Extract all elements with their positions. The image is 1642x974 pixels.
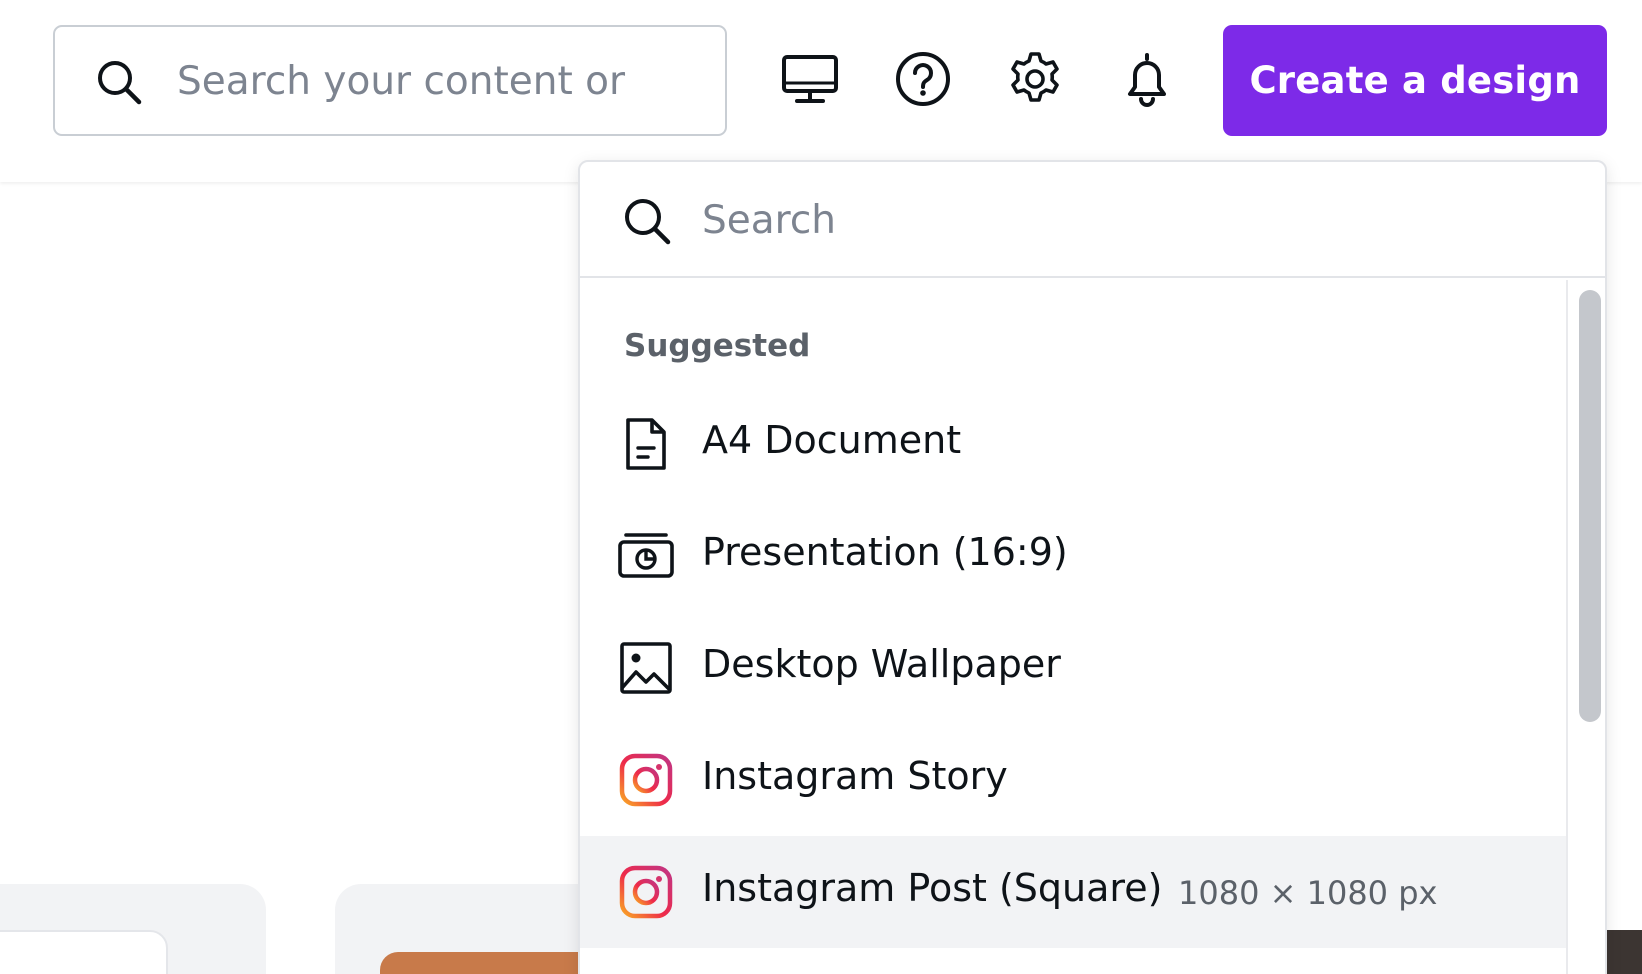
settings-button[interactable]	[1000, 44, 1070, 114]
design-type-item[interactable]: Presentation (16:9)	[580, 500, 1566, 612]
design-type-search-input[interactable]	[702, 184, 1562, 256]
design-type-label: Desktop Wallpaper	[702, 642, 1061, 686]
top-bar: Create a design	[0, 0, 1642, 182]
search-icon	[98, 61, 142, 105]
desktop-app-button[interactable]	[775, 44, 845, 114]
design-type-item[interactable]: A4 Document	[580, 388, 1566, 500]
help-button[interactable]	[888, 44, 958, 114]
design-type-label: Presentation (16:9)	[702, 530, 1068, 574]
design-type-list: Suggested A4 Document Presentation (16:9…	[580, 280, 1566, 974]
design-type-search-box[interactable]	[580, 162, 1605, 278]
section-label-suggested: Suggested	[624, 328, 811, 364]
design-thumbnail[interactable]	[1606, 930, 1642, 974]
document-icon	[626, 418, 666, 470]
design-dimensions: 1080 × 1080 px	[1178, 874, 1438, 912]
design-type-label: A4 Document	[702, 418, 962, 462]
create-design-button[interactable]: Create a design	[1223, 25, 1607, 136]
scrollbar-thumb[interactable]	[1579, 290, 1601, 722]
design-type-label: Instagram Story	[702, 754, 1008, 798]
create-design-dropdown: Suggested A4 Document Presentation (1	[578, 160, 1607, 974]
design-type-item[interactable]: Instagram Story	[580, 724, 1566, 836]
design-type-item[interactable]: Instagram Post (Square) 1080 × 1080 px	[580, 836, 1566, 948]
presentation-icon	[618, 533, 674, 578]
notifications-button[interactable]	[1112, 44, 1182, 114]
gear-icon	[1011, 52, 1059, 102]
design-type-label: Instagram Post (Square)	[702, 866, 1163, 910]
design-type-item[interactable]: Desktop Wallpaper	[580, 612, 1566, 724]
canva-home: Create a design Suggested A4 Document	[0, 0, 1642, 974]
instagram-icon	[619, 865, 673, 919]
instagram-icon	[619, 753, 673, 807]
help-icon	[896, 52, 950, 106]
desktop-icon	[782, 55, 838, 103]
bell-icon	[1128, 53, 1166, 107]
image-icon	[620, 642, 672, 694]
search-icon	[625, 199, 671, 245]
content-search-box[interactable]	[53, 25, 727, 136]
content-search-input[interactable]	[177, 45, 717, 117]
dropdown-scrollbar[interactable]	[1566, 280, 1605, 974]
design-thumbnail[interactable]	[0, 930, 168, 974]
